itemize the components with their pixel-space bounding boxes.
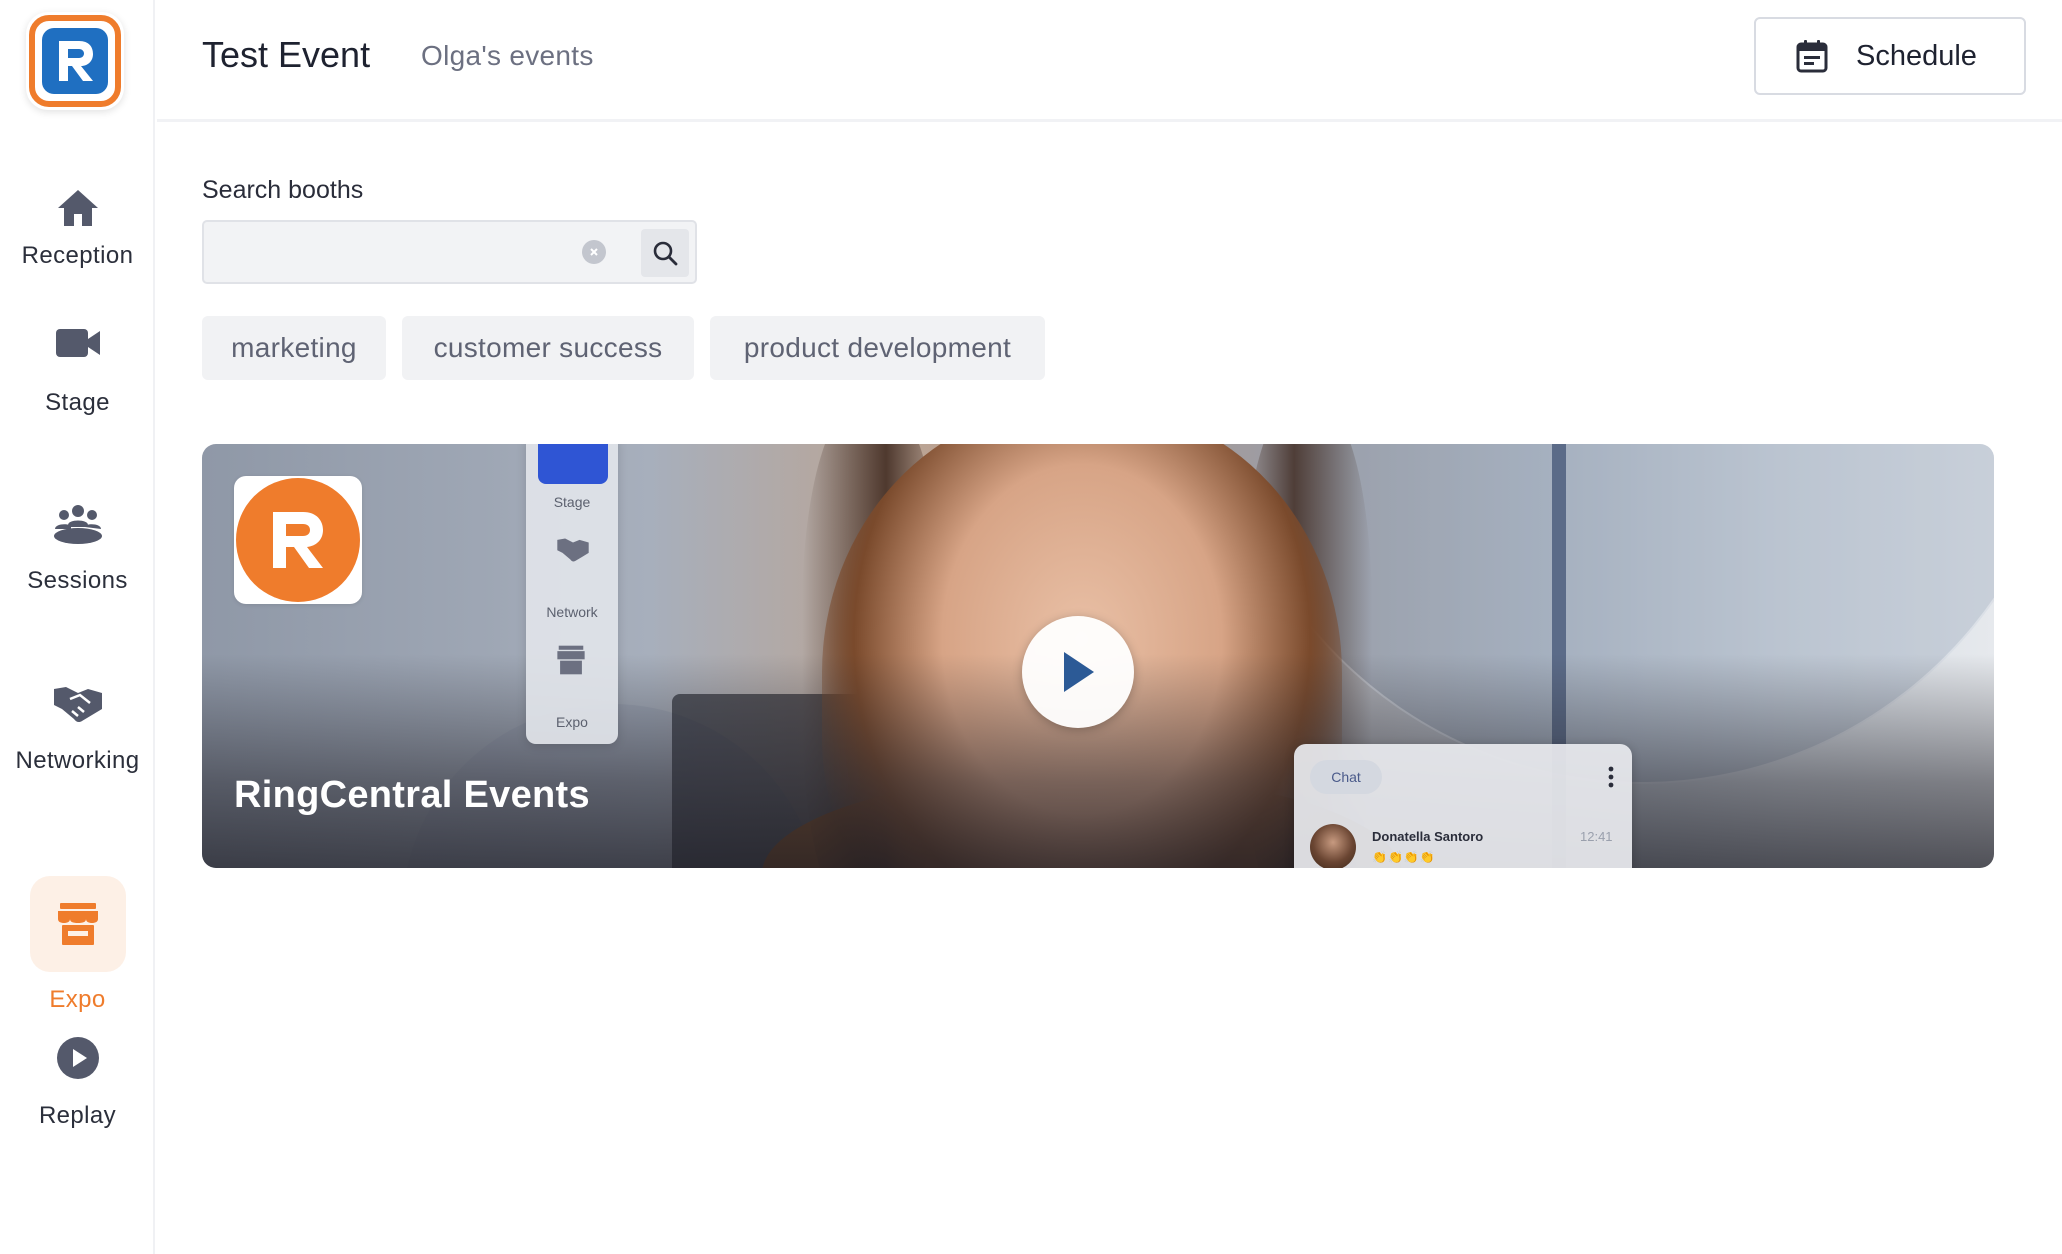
sidebar-item-label: Stage [45, 389, 110, 416]
preview-chat-panel: Chat Donatella Santoro 12:41 👏👏👏👏 [1294, 744, 1632, 868]
mini-nav-active-tile [538, 444, 608, 484]
sidebar-item-label: Sessions [27, 567, 128, 594]
search-button[interactable] [641, 229, 689, 277]
storefront-icon [29, 876, 126, 972]
handshake-icon [557, 538, 589, 562]
more-vertical-icon [1608, 766, 1614, 788]
sidebar-item-reception[interactable]: Reception [0, 160, 155, 310]
play-video-button[interactable] [1022, 616, 1134, 728]
mini-nav-label: Expo [556, 714, 588, 730]
sidebar-item-label: Replay [38, 1102, 117, 1129]
booth-card[interactable]: Stage Network Expo RingCentral Events Ch… [202, 444, 1994, 868]
group-icon [30, 475, 126, 571]
top-header: Test Event Olga's events Schedule [157, 0, 2062, 122]
mini-nav-label: Network [546, 604, 598, 620]
sidebar-item-stage[interactable]: Stage [0, 329, 155, 490]
mini-nav-label: Stage [553, 494, 591, 510]
play-circle-icon [30, 1010, 126, 1106]
calendar-icon [1796, 40, 1828, 73]
chat-message: 👏👏👏👏 [1372, 850, 1436, 864]
sidebar-item-replay[interactable]: Replay [0, 1037, 155, 1205]
booth-logo [234, 476, 362, 604]
booth-logo-r-icon [236, 478, 360, 602]
search-booths-box [202, 220, 697, 284]
sidebar: Reception Stage Sessions Networking Expo… [0, 0, 155, 1254]
tag-marketing[interactable]: marketing [202, 316, 386, 380]
event-owner-link[interactable]: Olga's events [421, 40, 594, 72]
schedule-button[interactable]: Schedule [1754, 17, 2026, 95]
preview-mini-nav: Stage Network Expo [526, 444, 618, 744]
sidebar-item-label: Reception [21, 242, 134, 269]
sidebar-item-networking[interactable]: Networking [0, 687, 155, 850]
sidebar-item-expo[interactable]: Expo [0, 876, 155, 1026]
search-icon [653, 241, 678, 266]
search-label: Search booths [202, 176, 364, 204]
play-icon [1064, 652, 1094, 692]
app-logo[interactable] [26, 12, 124, 110]
clear-search-button[interactable] [582, 240, 606, 264]
chat-author-name: Donatella Santoro [1372, 829, 1484, 844]
close-icon [590, 248, 598, 256]
chat-timestamp: 12:41 [1580, 829, 1613, 844]
event-title: Test Event [202, 34, 371, 75]
app-logo-frame [29, 15, 121, 107]
tag-product-development[interactable]: product development [710, 316, 1045, 380]
sidebar-item-label: Networking [15, 747, 140, 774]
chat-pill: Chat [1310, 760, 1382, 794]
handshake-icon [30, 655, 126, 751]
logo-r-icon [42, 28, 108, 94]
search-booths-input[interactable] [218, 232, 578, 272]
video-camera-icon [30, 295, 126, 391]
avatar [1310, 824, 1356, 868]
booth-title: RingCentral Events [234, 774, 590, 816]
storefront-icon [557, 645, 585, 675]
tag-customer-success[interactable]: customer success [402, 316, 694, 380]
schedule-button-label: Schedule [1856, 39, 1977, 72]
sidebar-item-sessions[interactable]: Sessions [0, 505, 155, 670]
